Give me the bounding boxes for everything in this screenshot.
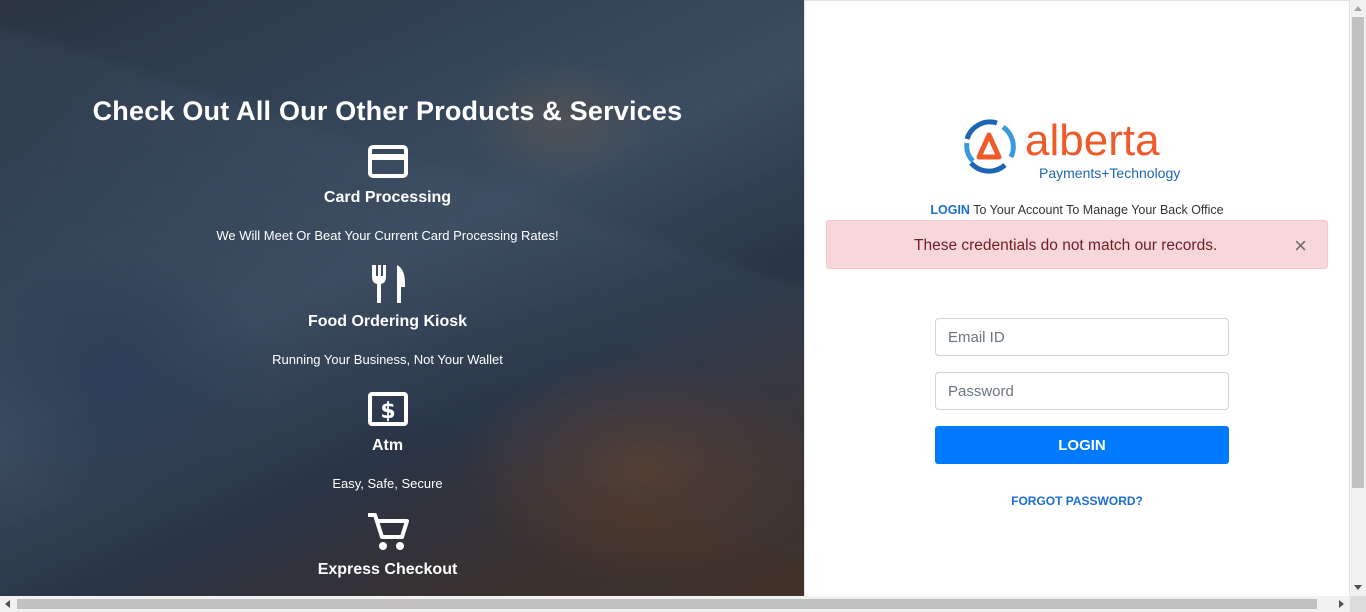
service-name: Express Checkout [317, 561, 458, 578]
service-food-ordering-kiosk: Food Ordering Kiosk Running Your Busines… [0, 263, 775, 367]
service-description: Running Your Business, Not Your Wallet [272, 352, 503, 367]
hero-title: Check Out All Our Other Products & Servi… [92, 96, 683, 126]
credit-card-icon [367, 145, 408, 178]
service-atm: $ Atm Easy, Safe, Secure [0, 391, 775, 491]
service-card-processing: Card Processing We Will Meet Or Beat You… [0, 143, 775, 243]
logo-subtitle: Payments+Technology [1039, 165, 1180, 181]
utensils-icon [371, 265, 405, 303]
logo-wordmark: alberta [1025, 116, 1160, 165]
service-name: Card Processing [323, 189, 452, 206]
scroll-down-icon[interactable] [1354, 585, 1362, 590]
scroll-up-icon[interactable] [1354, 6, 1362, 11]
service-description: We Will Meet Or Beat Your Current Card P… [216, 228, 559, 243]
login-button[interactable]: LOGIN [935, 426, 1229, 464]
tagline-text: To Your Account To Manage Your Back Offi… [969, 203, 1224, 217]
forgot-password-link[interactable]: FORGOT PASSWORD? [805, 494, 1349, 508]
service-express-checkout: Express Checkout [0, 511, 775, 579]
login-panel: alberta Payments+Technology LOGIN To You… [804, 0, 1350, 596]
horizontal-scroll-thumb[interactable] [17, 599, 1317, 609]
login-tagline: LOGIN To Your Account To Manage Your Bac… [805, 203, 1349, 217]
alert-message: These credentials do not match our recor… [914, 237, 1218, 254]
hero-content: Check Out All Our Other Products & Servi… [0, 0, 775, 596]
scrollbar-corner [1350, 596, 1366, 612]
hero-panel: Check Out All Our Other Products & Servi… [0, 0, 804, 596]
horizontal-scrollbar[interactable] [0, 596, 1366, 612]
dollar-bill-icon: $ [367, 392, 408, 426]
vertical-scrollbar[interactable] [1350, 0, 1366, 596]
vertical-scroll-thumb[interactable] [1352, 17, 1364, 488]
service-description: Easy, Safe, Secure [332, 476, 443, 491]
error-alert: These credentials do not match our recor… [826, 220, 1328, 269]
service-name: Food Ordering Kiosk [307, 313, 468, 330]
alberta-logo: alberta Payments+Technology [964, 116, 1180, 181]
scroll-right-icon[interactable] [1339, 600, 1344, 608]
password-field[interactable] [935, 372, 1229, 410]
svg-text:$: $ [380, 399, 395, 424]
close-icon[interactable]: × [1294, 221, 1307, 270]
email-field[interactable] [935, 318, 1229, 356]
shopping-cart-icon [367, 513, 409, 550]
scroll-left-icon[interactable] [5, 600, 10, 608]
tagline-login-word: LOGIN [930, 203, 970, 217]
service-name: Atm [371, 437, 404, 454]
